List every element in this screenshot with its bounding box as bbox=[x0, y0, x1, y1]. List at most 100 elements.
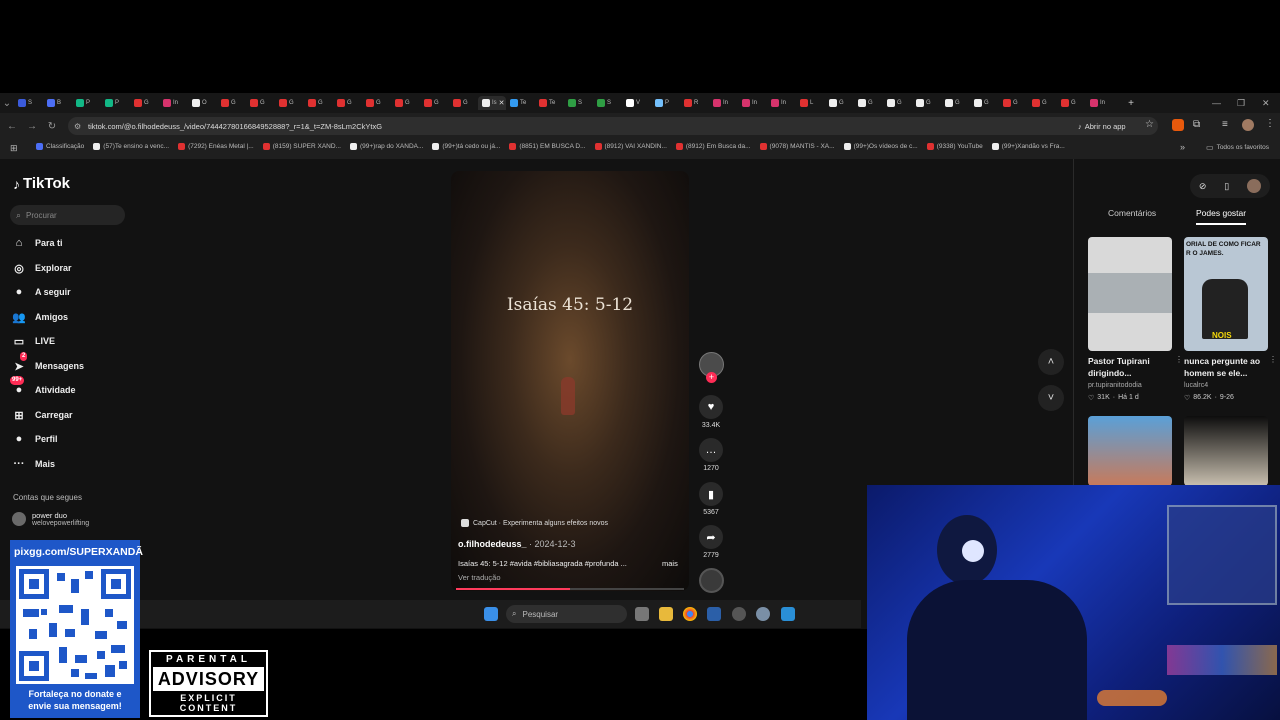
bookmarks-more[interactable]: » bbox=[1180, 142, 1185, 152]
following-account[interactable]: power duo welovepowerlifting bbox=[12, 511, 89, 527]
phone-icon[interactable]: ▯ bbox=[1224, 181, 1229, 192]
browser-tab[interactable]: G bbox=[999, 96, 1028, 110]
settings-icon[interactable] bbox=[756, 607, 770, 621]
heart-icon[interactable]: ♥ bbox=[699, 395, 723, 419]
search-input[interactable]: ⌕ Procurar bbox=[10, 205, 125, 225]
like-action[interactable]: ♥ 33.4K bbox=[697, 395, 725, 429]
music-disc-icon[interactable] bbox=[699, 568, 724, 593]
forward-icon[interactable]: → bbox=[22, 116, 42, 136]
video-user[interactable]: lucalrc4 bbox=[1184, 382, 1208, 389]
browser-tab[interactable]: In bbox=[767, 96, 796, 110]
bookmark-item[interactable]: (8159) SUPER XAND... bbox=[262, 143, 341, 150]
browser-tab[interactable]: O bbox=[188, 96, 217, 110]
browser-tab[interactable]: P bbox=[101, 96, 130, 110]
bookmark-item[interactable]: Classificação bbox=[36, 143, 84, 150]
browser-tab[interactable]: G bbox=[825, 96, 854, 110]
browser-tab[interactable]: G bbox=[333, 96, 362, 110]
steam-icon[interactable] bbox=[707, 607, 721, 621]
browser-tab[interactable]: G bbox=[941, 96, 970, 110]
browser-tab[interactable]: Te bbox=[506, 96, 535, 110]
bookmark-item[interactable]: (9078) MANTIS - XA... bbox=[759, 143, 835, 150]
comment-action[interactable]: … 1270 bbox=[697, 438, 725, 472]
sidebar-item-a-seguir[interactable]: ● A seguir bbox=[12, 282, 71, 302]
menu-icon[interactable]: ⋮ bbox=[1265, 118, 1275, 129]
bookmark-item[interactable]: (8912) Em Busca da... bbox=[675, 143, 751, 150]
video-progress-bar[interactable] bbox=[456, 588, 684, 590]
browser-tab[interactable]: G bbox=[1028, 96, 1057, 110]
video-title[interactable]: Pastor Tupirani dirigindo... bbox=[1088, 355, 1168, 379]
browser-tab[interactable]: G bbox=[449, 96, 478, 110]
more-options-icon[interactable]: ⋮ bbox=[1269, 355, 1277, 364]
video-thumbnail[interactable]: ORIAL DE COMO FICAR R O JAMES. NOIS bbox=[1184, 237, 1268, 351]
bookmark-item[interactable]: (99+)rap do XANDÃ... bbox=[349, 143, 423, 150]
browser-tab[interactable]: In bbox=[709, 96, 738, 110]
browser-tab[interactable]: In bbox=[159, 96, 188, 110]
chrome-icon[interactable] bbox=[683, 607, 697, 621]
app-icon[interactable] bbox=[732, 607, 746, 621]
minimize-icon[interactable]: — bbox=[1212, 98, 1221, 108]
video-thumbnail[interactable] bbox=[1184, 416, 1268, 486]
browser-tab[interactable]: In bbox=[1086, 96, 1115, 110]
task-view-icon[interactable] bbox=[635, 607, 649, 621]
tab-suggested[interactable]: Podes gostar bbox=[1196, 208, 1247, 225]
browser-tab[interactable]: G bbox=[912, 96, 941, 110]
open-in-app-button[interactable]: ♪ Abrir no app bbox=[1078, 120, 1126, 132]
browser-tab[interactable]: G bbox=[362, 96, 391, 110]
browser-tab[interactable]: V bbox=[622, 96, 651, 110]
browser-tab[interactable]: G bbox=[275, 96, 304, 110]
file-explorer-icon[interactable] bbox=[659, 607, 673, 621]
bookmark-item[interactable]: (8912) VAI XANDIN... bbox=[594, 143, 667, 150]
compass-icon[interactable]: ⊘ bbox=[1199, 181, 1207, 192]
browser-tab[interactable]: Te bbox=[535, 96, 564, 110]
video-title[interactable]: nunca pergunte ao homem se ele... bbox=[1184, 355, 1264, 379]
browser-tab[interactable]: B bbox=[43, 96, 72, 110]
star-icon[interactable]: ☆ bbox=[1145, 119, 1154, 130]
browser-tab[interactable]: Is ✕ bbox=[478, 96, 506, 110]
tab-comments[interactable]: Comentários bbox=[1108, 208, 1156, 218]
browser-tab[interactable]: In bbox=[738, 96, 767, 110]
more-options-icon[interactable]: ⋮ bbox=[1175, 355, 1183, 364]
windows-start-icon[interactable] bbox=[484, 607, 498, 621]
apps-icon[interactable]: ⊞ bbox=[10, 143, 18, 154]
video-thumbnail[interactable] bbox=[1088, 237, 1172, 351]
sidebar-item-explorar[interactable]: ◎ Explorar bbox=[12, 258, 71, 278]
sidebar-item-amigos[interactable]: 👥 Amigos bbox=[12, 307, 68, 327]
reload-icon[interactable]: ↻ bbox=[42, 116, 62, 136]
browser-tab[interactable]: L bbox=[796, 96, 825, 110]
save-action[interactable]: ▮ 5367 bbox=[697, 482, 725, 516]
video-user[interactable]: pr.tupiranitododia bbox=[1088, 382, 1142, 389]
sidebar-item-live[interactable]: ▭ LIVE bbox=[12, 331, 55, 351]
share-action[interactable]: ➦ 2779 bbox=[697, 525, 725, 559]
video-author[interactable]: o.filhodedeuss_ · 2024-12-3 bbox=[458, 539, 576, 549]
browser-tab[interactable]: S bbox=[564, 96, 593, 110]
bookmark-item[interactable]: (57)Te ensino a venc... bbox=[93, 143, 169, 150]
previous-video-button[interactable]: ˄ bbox=[1038, 349, 1064, 375]
extension-icon[interactable] bbox=[1172, 119, 1184, 131]
browser-tab[interactable]: G bbox=[854, 96, 883, 110]
sidebar-item-carregar[interactable]: ⊞ Carregar bbox=[12, 405, 72, 425]
app-icon[interactable] bbox=[781, 607, 795, 621]
video-player[interactable]: Isaías 45: 5-12 CapCut · Experimenta alg… bbox=[451, 171, 689, 591]
bookmark-item[interactable]: (8851) EM BUSCA D... bbox=[509, 143, 586, 150]
new-tab-button[interactable]: + bbox=[1121, 93, 1141, 113]
close-tab-icon[interactable]: ✕ bbox=[499, 99, 505, 107]
puzzle-icon[interactable]: ⧉ bbox=[1193, 119, 1200, 130]
tab-search-icon[interactable]: ⌄ bbox=[0, 93, 14, 113]
address-bar[interactable]: ⚙ tiktok.com/@o.filhodedeuss_/video/7444… bbox=[68, 117, 1158, 135]
bookmark-item[interactable]: (9338) YouTube bbox=[926, 143, 983, 150]
next-video-button[interactable]: ˅ bbox=[1038, 385, 1064, 411]
comment-icon[interactable]: … bbox=[699, 438, 723, 462]
bookmark-item[interactable]: (7292) Enéas Metal |... bbox=[178, 143, 254, 150]
back-icon[interactable]: ← bbox=[2, 116, 22, 136]
browser-tab[interactable]: R bbox=[680, 96, 709, 110]
browser-tab[interactable]: G bbox=[391, 96, 420, 110]
bookmark-icon[interactable]: ▮ bbox=[699, 482, 723, 506]
caption-more-button[interactable]: mais bbox=[662, 559, 678, 568]
sidebar-item-atividade[interactable]: ● 99+ Atividade bbox=[10, 376, 76, 400]
sidebar-item-para-ti[interactable]: ⌂ Para ti bbox=[12, 233, 63, 253]
taskbar-search[interactable]: ⌕ Pesquisar bbox=[506, 605, 627, 623]
maximize-icon[interactable]: ❐ bbox=[1237, 98, 1245, 109]
all-favorites[interactable]: ▭ Todos os favoritos bbox=[1206, 143, 1269, 152]
browser-tab[interactable]: G bbox=[970, 96, 999, 110]
sidebar-icon[interactable]: ≡ bbox=[1222, 119, 1228, 130]
